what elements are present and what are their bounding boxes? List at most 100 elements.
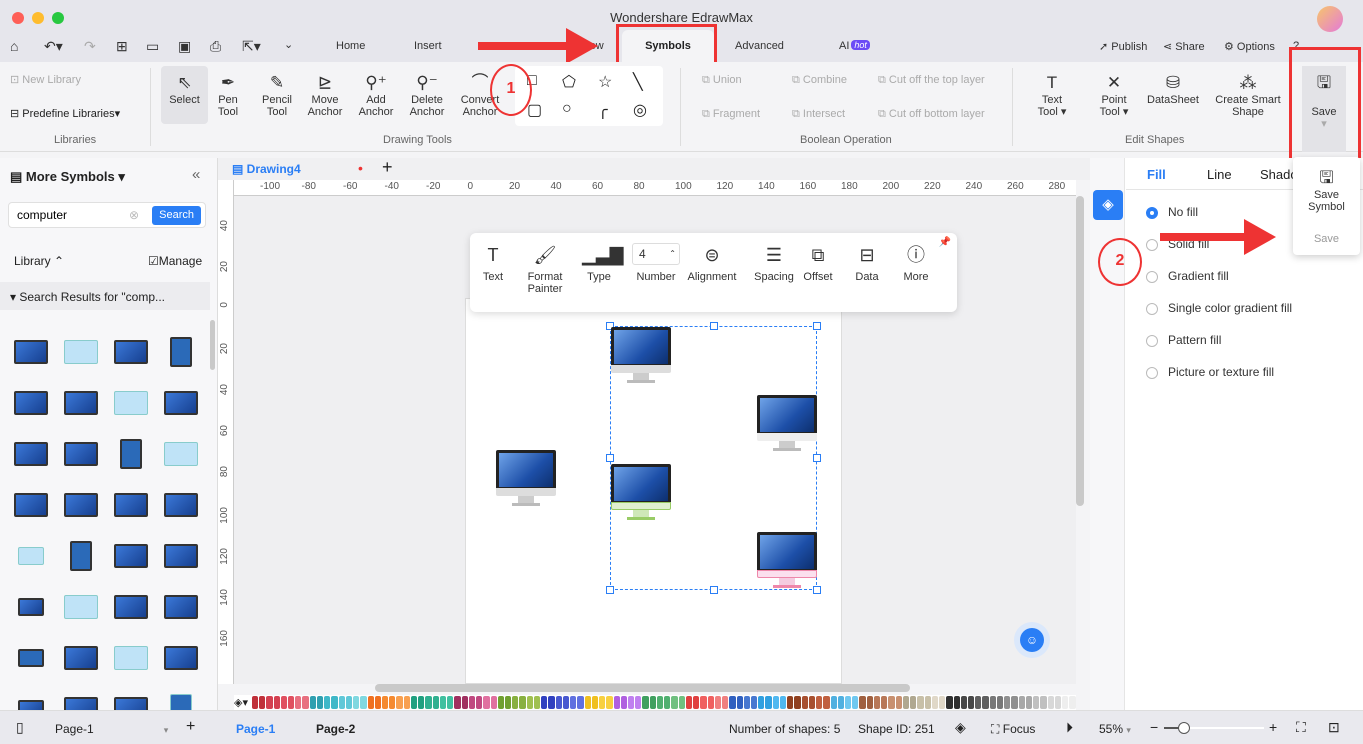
avatar[interactable] (1317, 6, 1343, 32)
color-swatch[interactable] (816, 696, 823, 709)
resize-handle[interactable] (710, 586, 718, 594)
symbol-item[interactable] (56, 479, 106, 530)
radio-button[interactable] (1146, 334, 1158, 347)
redo-icon[interactable]: ↷ (84, 38, 96, 55)
star-icon[interactable]: ☆ (598, 72, 612, 92)
open-folder-icon[interactable]: ▭ (146, 38, 159, 55)
color-swatch[interactable] (454, 696, 461, 709)
color-swatch[interactable] (606, 696, 613, 709)
color-swatch[interactable] (975, 696, 982, 709)
symbol-item[interactable] (106, 530, 156, 581)
horizontal-scrollbar[interactable] (375, 684, 910, 692)
pencil-tool-button[interactable]: ✎ Pencil Tool (256, 72, 298, 118)
zoom-out-button[interactable]: − (1150, 719, 1158, 735)
predefine-libraries-button[interactable]: ⊟ Predefine Libraries▾ (10, 107, 120, 120)
color-swatch[interactable] (331, 696, 338, 709)
symbol-item[interactable] (56, 530, 106, 581)
color-swatch[interactable] (968, 696, 975, 709)
color-swatch[interactable] (685, 696, 693, 709)
add-anchor-button[interactable]: ⚲⁺ Add Anchor (354, 72, 398, 118)
home-icon[interactable]: ⌂ (10, 38, 18, 54)
color-swatch[interactable] (910, 696, 917, 709)
page-tab-2[interactable]: Page-2 (316, 722, 355, 736)
color-swatch[interactable] (722, 696, 729, 709)
color-swatch[interactable] (924, 696, 931, 709)
color-swatch[interactable] (1062, 696, 1069, 709)
color-swatch[interactable] (490, 696, 497, 709)
color-swatch[interactable] (287, 696, 295, 709)
color-swatch[interactable] (555, 696, 562, 709)
radio-button[interactable] (1146, 302, 1158, 315)
symbol-item[interactable] (156, 326, 206, 377)
color-swatch[interactable] (483, 696, 490, 709)
computer-shape[interactable] (757, 395, 817, 453)
page-select[interactable]: Page-1 ▾ (55, 722, 168, 736)
color-swatch[interactable] (316, 696, 324, 709)
color-swatch[interactable] (360, 696, 367, 709)
search-input[interactable] (9, 203, 119, 227)
fill-panel-icon[interactable]: ◈ (1093, 190, 1123, 220)
spiral-icon[interactable]: ◎ (633, 100, 647, 120)
number-input[interactable]: 4 ⌃ (632, 243, 680, 265)
symbol-item[interactable] (6, 479, 56, 530)
resize-handle[interactable] (813, 454, 821, 462)
tab-home[interactable]: Home (336, 40, 365, 52)
search-results-header[interactable]: ▾ Search Results for "comp... (0, 282, 210, 310)
color-swatch[interactable] (570, 696, 577, 709)
color-swatch[interactable] (577, 696, 584, 709)
create-smart-shape-button[interactable]: ⁂ Create Smart Shape (1212, 72, 1284, 118)
type-button[interactable]: ▁▃▇ Type (582, 243, 624, 283)
symbol-item[interactable] (156, 530, 206, 581)
color-swatch[interactable] (418, 696, 425, 709)
symbol-item[interactable] (106, 377, 156, 428)
color-swatch[interactable] (895, 696, 902, 709)
clear-search-icon[interactable]: ⊗ (129, 208, 139, 222)
spacing-button[interactable]: ☰ Spacing (752, 243, 796, 283)
color-swatch[interactable] (584, 696, 591, 709)
color-swatch[interactable] (541, 696, 548, 709)
symbol-item[interactable] (106, 326, 156, 377)
library-scrollbar[interactable] (210, 320, 215, 370)
manage-button[interactable]: ☑Manage (148, 254, 202, 268)
color-swatch[interactable] (989, 696, 996, 709)
symbol-item[interactable] (6, 530, 56, 581)
color-swatch[interactable] (353, 696, 360, 709)
color-swatch[interactable] (736, 696, 743, 709)
layers-icon[interactable]: ◈ (955, 719, 966, 736)
move-anchor-button[interactable]: ⊵ Move Anchor (302, 72, 348, 118)
color-swatch[interactable] (729, 696, 736, 709)
datasheet-button[interactable]: ⛁ DataSheet (1145, 72, 1201, 106)
color-swatch[interactable] (801, 696, 808, 709)
color-swatch[interactable] (996, 696, 1004, 709)
color-swatch[interactable] (309, 696, 316, 709)
symbol-item[interactable] (106, 428, 156, 479)
save-menu-item[interactable]: Save (1293, 233, 1360, 245)
symbol-item[interactable] (156, 377, 206, 428)
color-swatch[interactable] (671, 696, 678, 709)
search-button[interactable]: Search (152, 206, 201, 225)
symbol-item[interactable] (106, 581, 156, 632)
text-tool-button[interactable]: T Text Tool ▾ (1030, 72, 1074, 118)
tab-advanced[interactable]: Advanced (735, 40, 784, 52)
undo-icon[interactable]: ↶▾ (44, 38, 63, 55)
alignment-button[interactable]: ⊜ Alignment (686, 243, 738, 283)
pentagon-icon[interactable]: ⬠ (562, 72, 576, 92)
collapse-panel-icon[interactable]: « (192, 166, 200, 183)
color-swatch[interactable] (512, 696, 519, 709)
symbol-item[interactable] (56, 581, 106, 632)
symbol-item[interactable] (156, 479, 206, 530)
resize-handle[interactable] (606, 586, 614, 594)
number-stepper[interactable]: 4 ⌃ Number (632, 243, 680, 283)
color-swatch[interactable] (410, 696, 418, 709)
color-swatch[interactable] (664, 696, 671, 709)
computer-shape[interactable] (757, 532, 817, 590)
pin-icon[interactable]: 📌 (939, 237, 951, 248)
color-swatch[interactable] (613, 696, 620, 709)
color-swatch[interactable] (888, 696, 895, 709)
color-swatch[interactable] (707, 696, 714, 709)
color-swatch[interactable] (823, 696, 830, 709)
symbol-item[interactable] (6, 326, 56, 377)
color-swatch[interactable] (960, 696, 967, 709)
color-swatch[interactable] (1018, 696, 1025, 709)
color-swatch[interactable] (837, 696, 845, 709)
